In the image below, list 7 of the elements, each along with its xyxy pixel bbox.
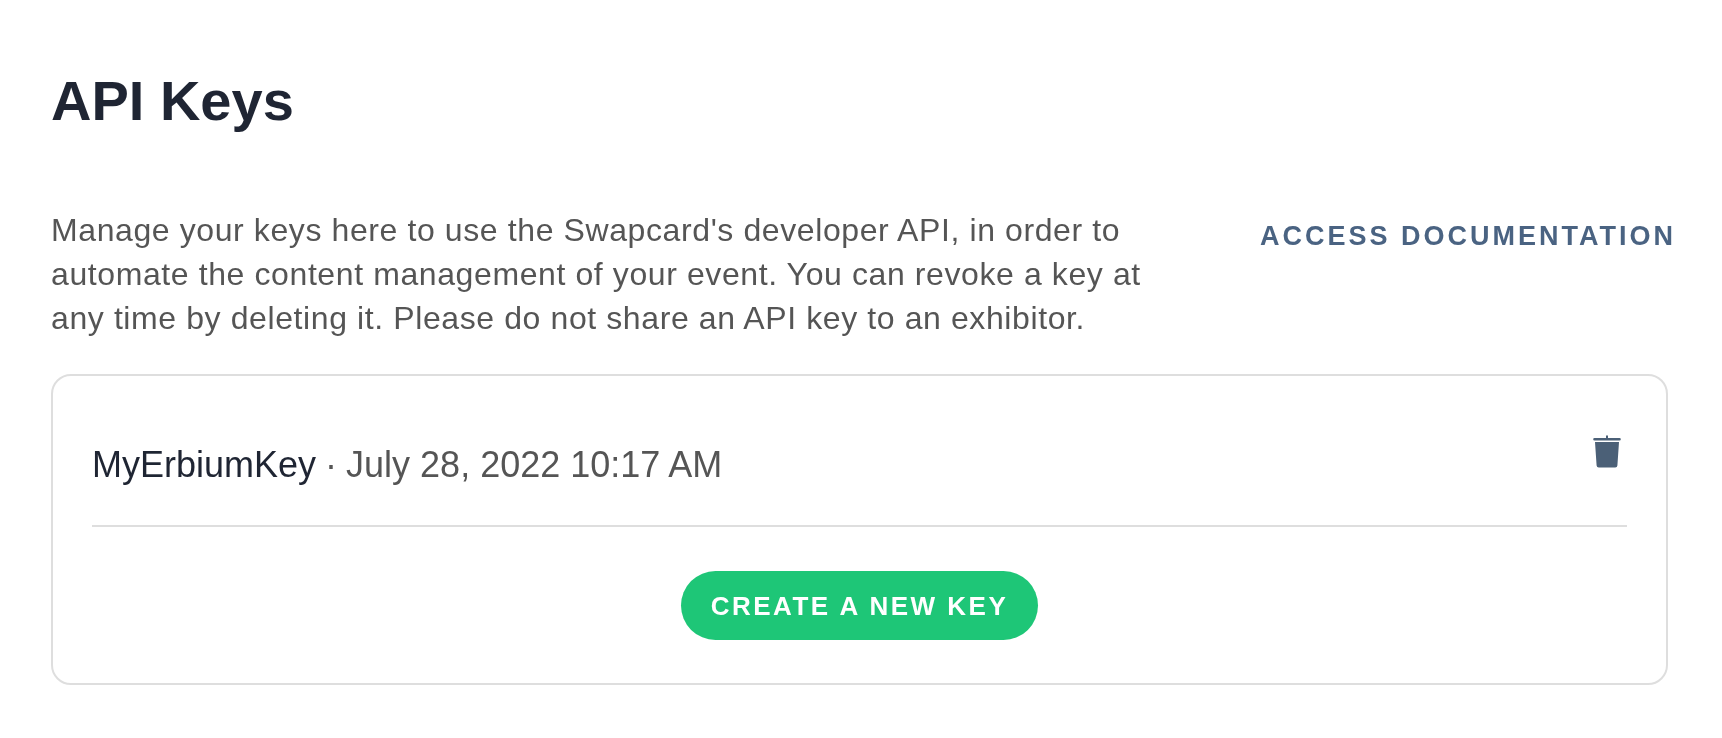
trash-icon — [1593, 435, 1621, 468]
key-name: MyErbiumKey — [92, 445, 317, 485]
documentation-link[interactable]: ACCESS DOCUMENTATION — [1260, 223, 1676, 250]
delete-button[interactable] — [1593, 435, 1621, 468]
description-text: Manage your keys here to use the Swapcard's developer API, in order to automate the content management of your event. You can revoke a key at any time by deleting it. Please do not share an API key to an exhibitor. — [51, 211, 1142, 338]
key-created-date: July 28, 2022 10:17 AM — [346, 445, 723, 485]
separator-dot: · — [325, 445, 338, 485]
